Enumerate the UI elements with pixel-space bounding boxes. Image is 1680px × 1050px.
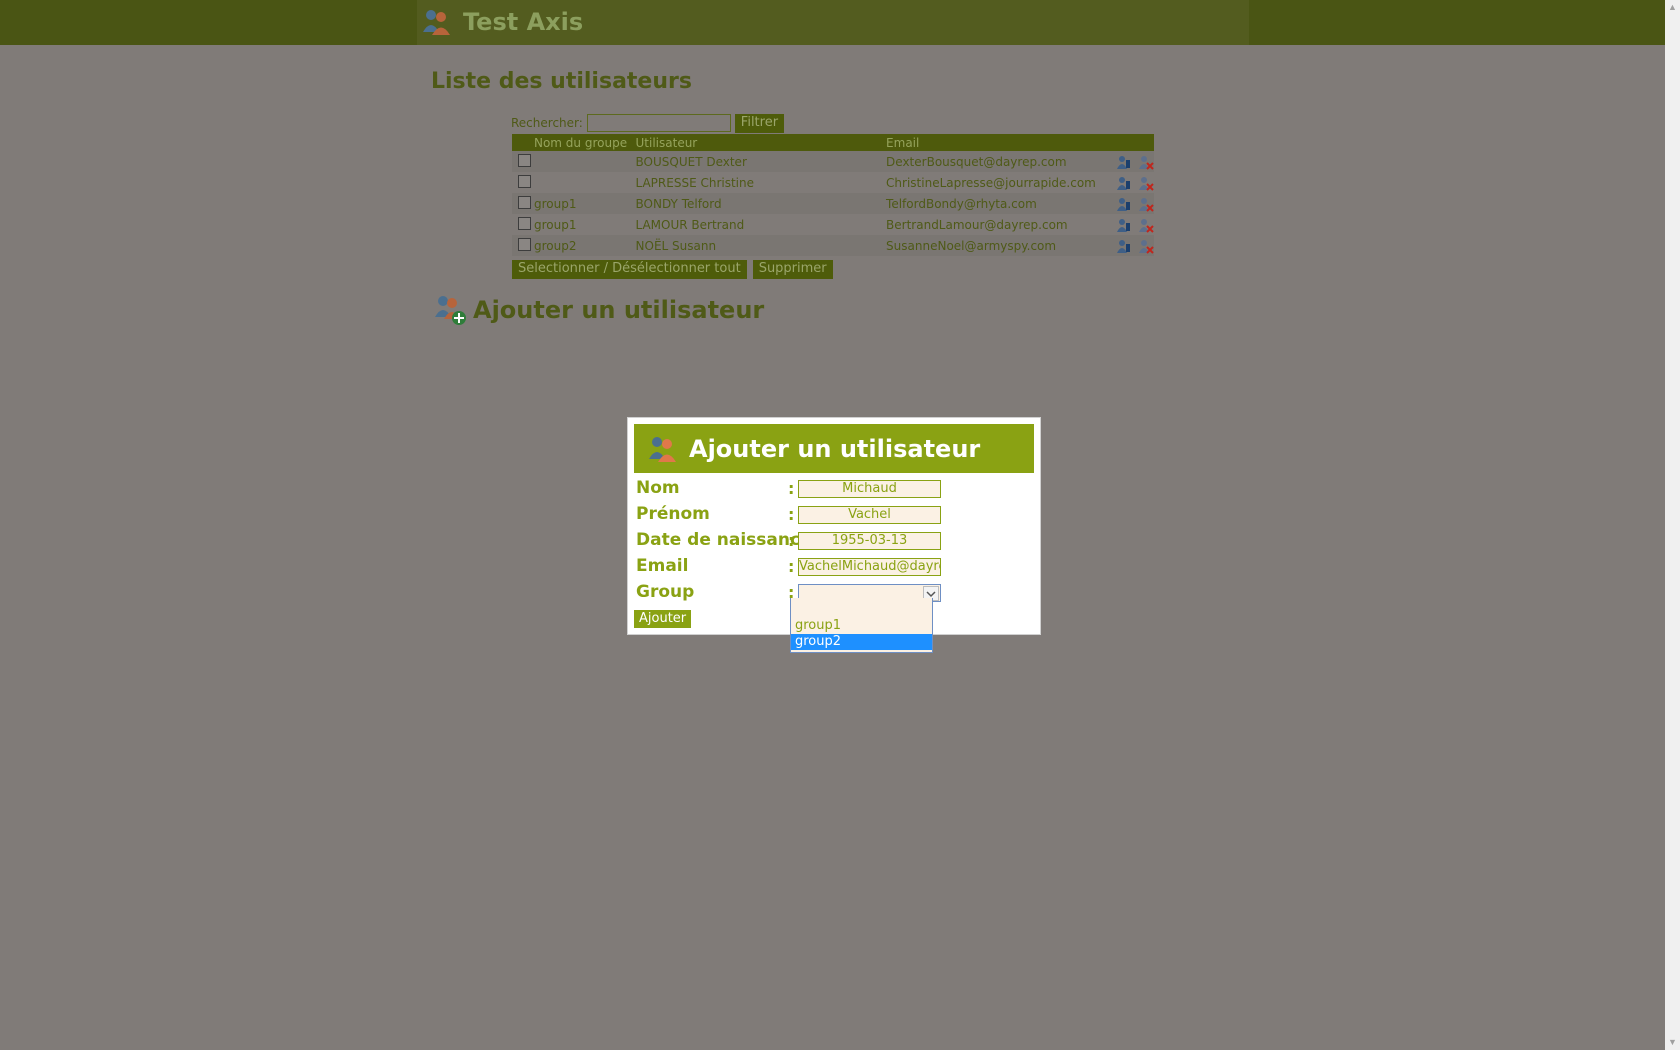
delete-button[interactable]: Supprimer	[752, 260, 833, 279]
colon: :	[788, 479, 795, 498]
scroll-up-icon[interactable]: ▲	[1665, 0, 1680, 15]
header-actions	[1106, 134, 1154, 151]
row-checkbox[interactable]	[518, 195, 531, 209]
row-user: LAPRESSE Christine	[635, 175, 755, 190]
prenom-row: Prénom : Vachel	[636, 504, 1036, 528]
header-user: Utilisateur	[635, 135, 698, 150]
filter-button[interactable]: Filtrer	[734, 113, 785, 133]
row-user: BOUSQUET Dexter	[635, 154, 747, 169]
row-email: BertrandLamour@dayrep.com	[886, 217, 1068, 232]
row-group: group2	[533, 238, 577, 253]
header-email: Email	[886, 135, 920, 150]
search-label: Rechercher:	[511, 116, 583, 130]
row-email: TelfordBondy@rhyta.com	[886, 196, 1037, 211]
row-group	[532, 151, 634, 172]
nom-row: Nom : Michaud	[636, 478, 1036, 502]
date-label: Date de naissance	[636, 530, 812, 550]
date-input[interactable]: 1955-03-13	[798, 532, 941, 550]
add-user-heading: Ajouter un utilisateur	[433, 293, 764, 327]
header-checkbox-col	[512, 134, 532, 151]
row-checkbox[interactable]	[518, 153, 531, 167]
dropdown-option-group2[interactable]: group2	[791, 634, 932, 650]
prenom-input[interactable]: Vachel	[798, 506, 941, 524]
date-row: Date de naissance : 1955-03-13	[636, 530, 1036, 554]
table-row: group1 BONDY Telford TelfordBondy@rhyta.…	[512, 193, 1154, 214]
delete-user-icon[interactable]	[1138, 238, 1154, 254]
table-row: group1 LAMOUR Bertrand BertrandLamour@da…	[512, 214, 1154, 235]
search-input[interactable]	[586, 114, 731, 132]
table-row: LAPRESSE Christine ChristineLapresse@jou…	[512, 172, 1154, 193]
scroll-down-icon[interactable]: ▼	[1665, 1035, 1680, 1050]
prenom-label: Prénom	[636, 504, 710, 524]
search-row: Rechercher: Filtrer	[511, 113, 785, 133]
delete-user-icon[interactable]	[1138, 217, 1154, 233]
table-header-row: Nom du groupe Utilisateur Email	[512, 134, 1154, 151]
edit-user-icon[interactable]	[1116, 196, 1132, 212]
page-title: Liste des utilisateurs	[431, 69, 692, 94]
email-label: Email	[636, 556, 689, 576]
row-user: NOËL Susann	[635, 238, 717, 253]
edit-user-icon[interactable]	[1116, 238, 1132, 254]
delete-user-icon[interactable]	[1138, 175, 1154, 191]
delete-user-icon[interactable]	[1138, 154, 1154, 170]
add-user-icon	[435, 296, 466, 325]
dialog-header: Ajouter un utilisateur	[634, 424, 1034, 473]
dropdown-option-empty[interactable]	[791, 598, 932, 614]
users-icon	[649, 436, 676, 462]
vertical-scrollbar[interactable]: ▲ ▼	[1665, 0, 1680, 1050]
nom-input[interactable]: Michaud	[798, 480, 941, 498]
row-checkbox[interactable]	[518, 216, 531, 230]
email-row: Email : VachelMichaud@dayrep	[636, 556, 1036, 580]
edit-user-icon[interactable]	[1116, 217, 1132, 233]
edit-user-icon[interactable]	[1116, 154, 1132, 170]
table-row: group2 NOËL Susann SusanneNoel@armyspy.c…	[512, 235, 1154, 256]
row-email: SusanneNoel@armyspy.com	[886, 238, 1057, 253]
app-title: Test Axis	[463, 8, 584, 36]
nom-label: Nom	[636, 478, 680, 498]
row-user: BONDY Telford	[635, 196, 722, 211]
row-checkbox[interactable]	[518, 174, 531, 188]
dialog-title: Ajouter un utilisateur	[689, 434, 981, 463]
dropdown-option-group1[interactable]: group1	[791, 618, 932, 634]
row-group	[532, 172, 634, 193]
colon: :	[788, 557, 795, 576]
select-all-button[interactable]: Selectionner / Désélectionner tout	[512, 260, 747, 279]
row-group: group1	[533, 217, 577, 232]
row-email: ChristineLapresse@jourrapide.com	[886, 175, 1096, 190]
bulk-actions: Selectionner / Désélectionner tout Suppr…	[512, 260, 833, 279]
group-dropdown-list: group1 group2	[790, 598, 933, 653]
edit-user-icon[interactable]	[1116, 175, 1132, 191]
row-group: group1	[533, 196, 577, 211]
row-user: LAMOUR Bertrand	[635, 217, 745, 232]
row-checkbox[interactable]	[518, 237, 531, 251]
header-group: Nom du groupe	[533, 135, 628, 150]
users-table: Nom du groupe Utilisateur Email BOUSQUET…	[512, 134, 1154, 256]
users-logo-icon	[423, 10, 450, 35]
table-row: BOUSQUET Dexter DexterBousquet@dayrep.co…	[512, 151, 1154, 172]
group-label: Group	[636, 582, 695, 602]
row-email: DexterBousquet@dayrep.com	[886, 154, 1067, 169]
colon: :	[788, 531, 795, 550]
colon: :	[788, 505, 795, 524]
add-user-title: Ajouter un utilisateur	[473, 296, 765, 324]
submit-add-button[interactable]: Ajouter	[634, 610, 692, 628]
delete-user-icon[interactable]	[1138, 196, 1154, 212]
email-input[interactable]: VachelMichaud@dayrep	[798, 558, 941, 576]
